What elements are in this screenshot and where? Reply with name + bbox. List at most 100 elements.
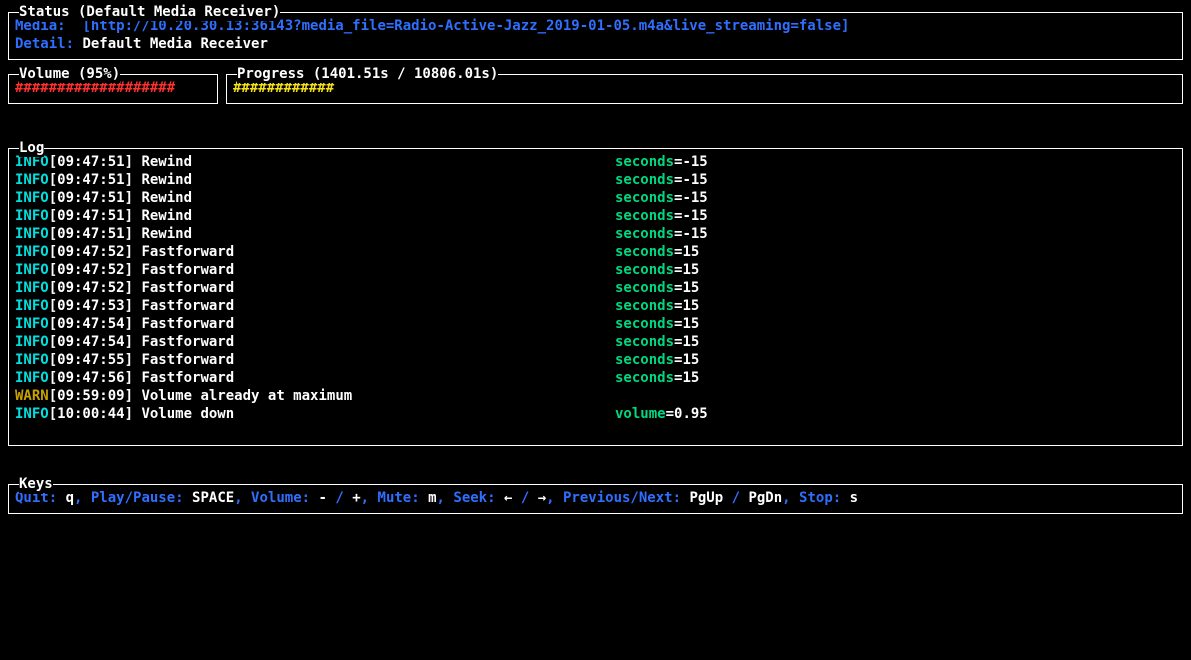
keys-sep-6: , xyxy=(782,490,799,506)
log-message: Fastforward xyxy=(141,334,234,350)
log-kv-key: seconds xyxy=(615,280,674,296)
log-line: INFO[09:47:56] Fastforwardseconds=15 xyxy=(15,369,1176,387)
log-message: Fastforward xyxy=(141,352,234,368)
log-message: Rewind xyxy=(141,190,192,206)
status-panel: Status (Default Media Receiver) Media: [… xyxy=(8,12,1183,60)
log-message: Fastforward xyxy=(141,370,234,386)
log-message: Rewind xyxy=(141,154,192,170)
log-level: INFO xyxy=(15,172,49,188)
log-message: Fastforward xyxy=(141,262,234,278)
log-message: Fastforward xyxy=(141,298,234,314)
status-detail-label: Detail: xyxy=(15,36,82,52)
keys-vol-minus[interactable]: - xyxy=(318,490,326,506)
progress-panel: Progress (1401.51s / 10806.01s) ########… xyxy=(226,74,1183,104)
log-message: Rewind xyxy=(141,226,192,242)
status-detail-line: Detail: Default Media Receiver xyxy=(15,35,1176,53)
keys-seek-label: Seek: xyxy=(453,490,504,506)
log-level: INFO xyxy=(15,226,49,242)
log-timestamp: [09:47:54] xyxy=(49,316,133,332)
keys-pn-label: Previous/Next: xyxy=(563,490,689,506)
keys-sep-1: , xyxy=(74,490,91,506)
log-kv-value: 15 xyxy=(682,262,699,278)
log-kv-value: 15 xyxy=(682,316,699,332)
keys-sep-3: , xyxy=(361,490,378,506)
keys-seek-right[interactable]: → xyxy=(538,490,546,506)
log-message: Fastforward xyxy=(141,244,234,260)
keys-stop-label: Stop: xyxy=(799,490,850,506)
log-line: INFO[09:47:53] Fastforwardseconds=15 xyxy=(15,297,1176,315)
keys-sep-5: , xyxy=(546,490,563,506)
log-timestamp: [09:59:09] xyxy=(49,388,133,404)
log-title: Log xyxy=(19,139,44,157)
keys-vol-plus[interactable]: + xyxy=(352,490,360,506)
log-level: INFO xyxy=(15,190,49,206)
log-level: INFO xyxy=(15,262,49,278)
log-line: INFO[09:47:51] Rewindseconds=-15 xyxy=(15,171,1176,189)
log-kv-key: seconds xyxy=(615,334,674,350)
log-line: INFO[09:47:51] Rewindseconds=-15 xyxy=(15,189,1176,207)
keys-quit-key[interactable]: q xyxy=(66,490,74,506)
status-title: Status (Default Media Receiver) xyxy=(19,3,280,21)
keys-pn-dn[interactable]: PgDn xyxy=(748,490,782,506)
log-kv-key: seconds xyxy=(615,208,674,224)
volume-panel: Volume (95%) ################### xyxy=(8,74,218,104)
log-line: INFO[09:47:52] Fastforwardseconds=15 xyxy=(15,243,1176,261)
log-timestamp: [09:47:51] xyxy=(49,154,133,170)
log-timestamp: [09:47:51] xyxy=(49,190,133,206)
log-message: Rewind xyxy=(141,208,192,224)
volume-title: Volume (95%) xyxy=(19,65,120,83)
log-timestamp: [09:47:52] xyxy=(49,280,133,296)
log-line: INFO[09:47:51] Rewindseconds=-15 xyxy=(15,225,1176,243)
log-timestamp: [09:47:55] xyxy=(49,352,133,368)
log-timestamp: [10:00:44] xyxy=(49,406,133,422)
log-kv-key: seconds xyxy=(615,244,674,260)
keys-mute-key[interactable]: m xyxy=(428,490,436,506)
log-kv-key: seconds xyxy=(615,190,674,206)
keys-vol-slash: / xyxy=(327,490,352,506)
log-kv-value: 15 xyxy=(682,298,699,314)
log-timestamp: [09:47:51] xyxy=(49,172,133,188)
log-message: Volume down xyxy=(141,406,234,422)
log-kv-value: -15 xyxy=(682,172,707,188)
log-level: INFO xyxy=(15,334,49,350)
log-line: INFO[09:47:51] Rewindseconds=-15 xyxy=(15,207,1176,225)
keys-play-label: Play/Pause: xyxy=(91,490,192,506)
log-kv-key: seconds xyxy=(615,298,674,314)
log-message: Fastforward xyxy=(141,316,234,332)
log-message: Volume already at maximum xyxy=(141,388,352,404)
log-line: WARN[09:59:09] Volume already at maximum xyxy=(15,387,1176,405)
log-line: INFO[09:47:55] Fastforwardseconds=15 xyxy=(15,351,1176,369)
log-kv-key: seconds xyxy=(615,172,674,188)
keys-mute-label: Mute: xyxy=(378,490,429,506)
log-line: INFO[10:00:44] Volume downvolume=0.95 xyxy=(15,405,1176,423)
log-timestamp: [09:47:53] xyxy=(49,298,133,314)
status-detail-value: Default Media Receiver xyxy=(82,36,267,52)
log-message: Rewind xyxy=(141,172,192,188)
log-kv-value: -15 xyxy=(682,154,707,170)
log-kv-value: 0.95 xyxy=(674,406,708,422)
log-kv-value: -15 xyxy=(682,190,707,206)
keys-play-key[interactable]: SPACE xyxy=(192,490,234,506)
progress-title: Progress (1401.51s / 10806.01s) xyxy=(237,65,498,83)
log-body: INFO[09:47:51] Rewindseconds=-15INFO[09:… xyxy=(15,153,1176,423)
keys-pn-up[interactable]: PgUp xyxy=(689,490,723,506)
keys-line: Quit: q, Play/Pause: SPACE, Volume: - / … xyxy=(15,489,1176,507)
log-kv-key: seconds xyxy=(615,262,674,278)
keys-title: Keys xyxy=(19,475,53,493)
log-line: INFO[09:47:51] Rewindseconds=-15 xyxy=(15,153,1176,171)
log-kv-key: seconds xyxy=(615,316,674,332)
log-timestamp: [09:47:56] xyxy=(49,370,133,386)
log-kv-value: -15 xyxy=(682,226,707,242)
log-line: INFO[09:47:54] Fastforwardseconds=15 xyxy=(15,315,1176,333)
log-level: INFO xyxy=(15,280,49,296)
keys-panel: Keys Quit: q, Play/Pause: SPACE, Volume:… xyxy=(8,484,1183,514)
log-line: INFO[09:47:52] Fastforwardseconds=15 xyxy=(15,279,1176,297)
log-kv-value: 15 xyxy=(682,370,699,386)
log-kv-key: seconds xyxy=(615,352,674,368)
log-level: WARN xyxy=(15,388,49,404)
log-kv-value: 15 xyxy=(682,334,699,350)
log-timestamp: [09:47:51] xyxy=(49,208,133,224)
log-timestamp: [09:47:52] xyxy=(49,244,133,260)
log-level: INFO xyxy=(15,406,49,422)
keys-stop-key[interactable]: s xyxy=(850,490,858,506)
